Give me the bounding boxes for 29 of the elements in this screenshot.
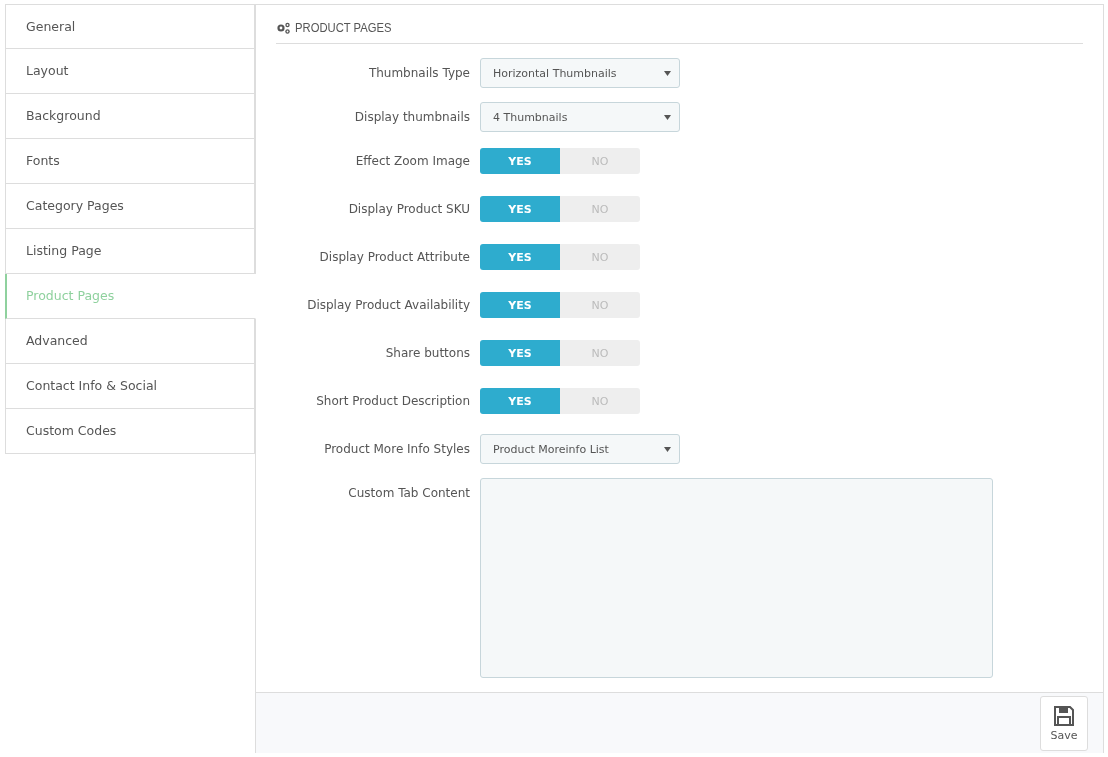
field-label: Short Product Description: [315, 393, 471, 410]
caret-icon: [664, 114, 671, 120]
sidebar-tab[interactable]: Category Pages: [5, 184, 255, 229]
field-label: Product More Info Styles: [323, 441, 471, 458]
sidebar-tab[interactable]: Listing Page: [5, 229, 255, 274]
save-button[interactable]: Save: [1040, 695, 1088, 751]
dropdown[interactable]: Product Moreinfo List: [480, 434, 680, 464]
field-label: Display Product SKU: [347, 201, 471, 218]
caret-icon: [664, 446, 671, 452]
field-label: Effect Zoom Image: [354, 153, 471, 170]
section-title: PRODUCT PAGES: [295, 21, 392, 35]
dropdown[interactable]: Horizontal Thumbnails: [480, 58, 680, 88]
field-label: Share buttons: [384, 345, 471, 362]
sidebar-tab[interactable]: Custom Codes: [5, 409, 255, 454]
caret-icon: [664, 70, 671, 76]
sidebar-tab[interactable]: Background: [5, 94, 255, 139]
sidebar-tab[interactable]: Layout: [5, 49, 255, 94]
sidebar-tab[interactable]: Fonts: [5, 139, 255, 184]
text-area[interactable]: [480, 478, 993, 678]
sidebar-tab[interactable]: General: [5, 4, 255, 49]
field-label: Display thumbnails: [353, 109, 471, 126]
gears-icon: [276, 22, 291, 34]
sidebar-tab[interactable]: Contact Info & Social: [5, 364, 255, 409]
sidebar-tab[interactable]: Advanced: [5, 319, 255, 364]
field-label: Display Product Attribute: [318, 249, 471, 266]
dropdown[interactable]: 4 Thumbnails: [480, 102, 680, 132]
field-label: Display Product Availability: [306, 297, 471, 314]
field-label: Thumbnails Type: [367, 65, 471, 82]
field-label: Custom Tab Content: [347, 485, 471, 502]
